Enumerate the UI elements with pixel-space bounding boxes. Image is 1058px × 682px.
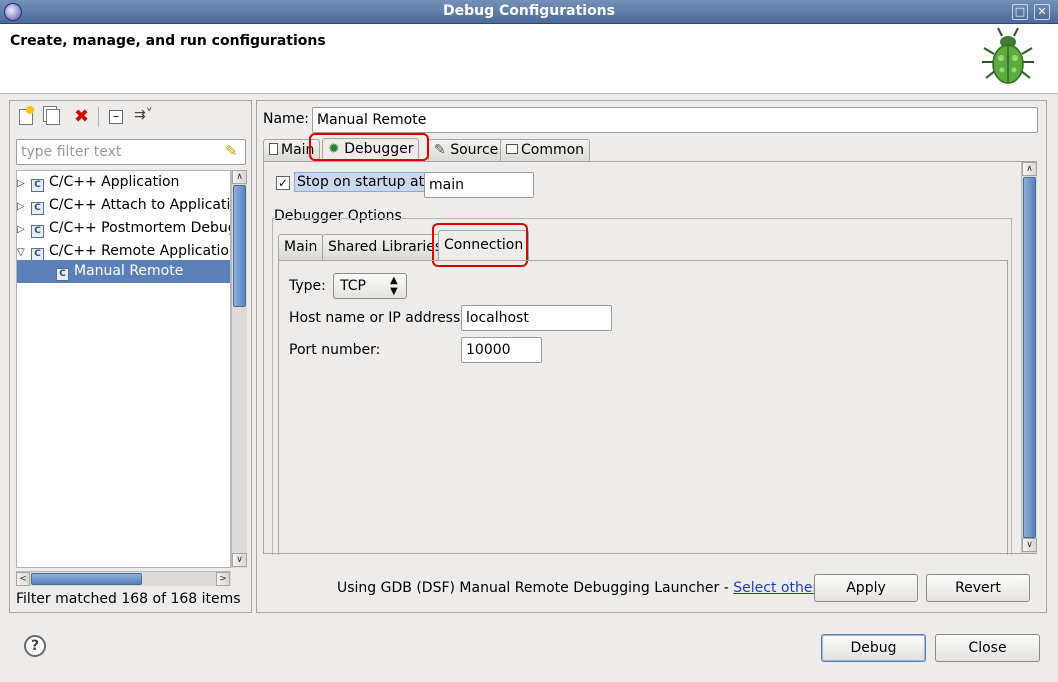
- c-config-icon: C: [31, 202, 44, 215]
- horizontal-scroll-thumb[interactable]: [31, 573, 142, 585]
- configuration-editor-panel: Name: Manual Remote Main ✹ Debugger ✎ So…: [256, 100, 1047, 613]
- duplicate-icon[interactable]: [46, 109, 60, 125]
- tree-item-cpp-application[interactable]: ▷ C C/C++ Application: [17, 171, 179, 194]
- editor-vertical-scrollbar[interactable]: ∧ ∨: [1021, 162, 1037, 553]
- window-title: Debug Configurations: [443, 3, 615, 19]
- apply-button[interactable]: Apply: [814, 574, 918, 602]
- revert-button[interactable]: Revert: [926, 574, 1030, 602]
- scroll-right-icon[interactable]: >: [216, 572, 230, 586]
- inner-tab-shared-libraries[interactable]: Shared Libraries: [322, 234, 449, 260]
- tree-item-cpp-attach[interactable]: ▷ C C/C++ Attach to Applicatic: [17, 194, 230, 218]
- stop-on-startup-input[interactable]: main: [424, 172, 534, 198]
- header-title: Create, manage, and run configurations: [10, 33, 326, 49]
- type-label: Type:: [289, 278, 326, 294]
- select-arrows-icon: ▲ ▼: [390, 275, 398, 297]
- source-icon: ✎: [434, 142, 446, 158]
- port-input[interactable]: 10000: [461, 337, 542, 363]
- vertical-scroll-thumb[interactable]: [233, 185, 246, 307]
- configuration-tree-panel: ✖ – ⇉˅ type filter text ✎ ▷ C C/C++ Applic…: [9, 100, 252, 613]
- debug-button[interactable]: Debug: [821, 634, 926, 662]
- host-input[interactable]: localhost: [461, 305, 612, 331]
- c-config-icon: C: [31, 225, 44, 238]
- document-icon: [269, 143, 278, 155]
- filter-input[interactable]: type filter text: [16, 139, 246, 165]
- name-label: Name:: [263, 111, 310, 127]
- debugger-tab-content: ✓ Stop on startup at: main Debugger Opti…: [263, 161, 1037, 555]
- scroll-up-icon[interactable]: ∧: [1022, 162, 1037, 176]
- name-input[interactable]: Manual Remote: [312, 107, 1038, 133]
- expand-arrow-icon[interactable]: ▷: [17, 173, 31, 195]
- port-label: Port number:: [289, 342, 381, 358]
- configuration-tree: ▷ C C/C++ Application ▷ C C/C++ Attach to Ap…: [16, 170, 231, 568]
- delete-icon[interactable]: ✖: [74, 106, 89, 127]
- stop-on-startup-checkbox[interactable]: ✓: [276, 176, 290, 190]
- collapse-all-icon[interactable]: –: [109, 110, 123, 124]
- tree-vertical-scrollbar[interactable]: ∧ ∨: [231, 170, 247, 568]
- launcher-info: Using GDB (DSF) Manual Remote Debugging …: [337, 580, 830, 596]
- editor-scroll-thumb[interactable]: [1023, 177, 1036, 538]
- tab-source[interactable]: ✎ Source: [428, 139, 505, 161]
- connection-tab-content: Type: TCP ▲ ▼ Host name or IP address: lo…: [278, 260, 1008, 555]
- new-configuration-icon[interactable]: [19, 106, 34, 125]
- common-icon: [506, 144, 518, 154]
- inner-tab-main[interactable]: Main: [278, 234, 324, 260]
- filter-menu-icon[interactable]: ⇉˅: [134, 107, 153, 123]
- type-select[interactable]: TCP ▲ ▼: [333, 273, 407, 299]
- tree-horizontal-scrollbar[interactable]: < >: [16, 571, 231, 586]
- header: Create, manage, and run configurations: [0, 24, 1058, 94]
- scroll-left-icon[interactable]: <: [16, 572, 30, 586]
- expand-arrow-icon[interactable]: ▷: [17, 219, 31, 241]
- debug-bug-icon: [982, 27, 1034, 84]
- debugger-tab-highlight: [309, 133, 429, 161]
- scroll-down-icon[interactable]: ∨: [232, 553, 247, 567]
- expand-arrow-icon[interactable]: ▷: [17, 196, 31, 218]
- help-icon[interactable]: ?: [24, 635, 46, 657]
- stop-on-startup-label: Stop on startup at:: [294, 172, 432, 192]
- scroll-up-icon[interactable]: ∧: [232, 170, 247, 184]
- c-config-icon: C: [31, 179, 44, 192]
- tree-item-cpp-postmortem[interactable]: ▷ C C/C++ Postmortem Debug: [17, 217, 230, 241]
- maximize-icon[interactable]: □: [1012, 4, 1028, 20]
- tree-item-manual-remote[interactable]: C Manual Remote: [17, 260, 230, 283]
- launcher-text: Using GDB (DSF) Manual Remote Debugging …: [337, 580, 734, 596]
- title-bar: Debug Configurations □ ✕: [0, 0, 1058, 24]
- close-button[interactable]: Close: [935, 634, 1040, 662]
- scroll-down-icon[interactable]: ∨: [1022, 538, 1037, 552]
- clear-filter-icon[interactable]: ✎: [225, 142, 238, 160]
- c-config-icon: C: [56, 268, 69, 281]
- toolbar-divider: [98, 107, 99, 127]
- filter-placeholder: type filter text: [21, 144, 122, 160]
- host-label: Host name or IP address:: [289, 310, 465, 326]
- tab-common[interactable]: Common: [500, 139, 591, 161]
- filter-status: Filter matched 168 of 168 items: [16, 591, 241, 607]
- close-window-icon[interactable]: ✕: [1034, 4, 1050, 20]
